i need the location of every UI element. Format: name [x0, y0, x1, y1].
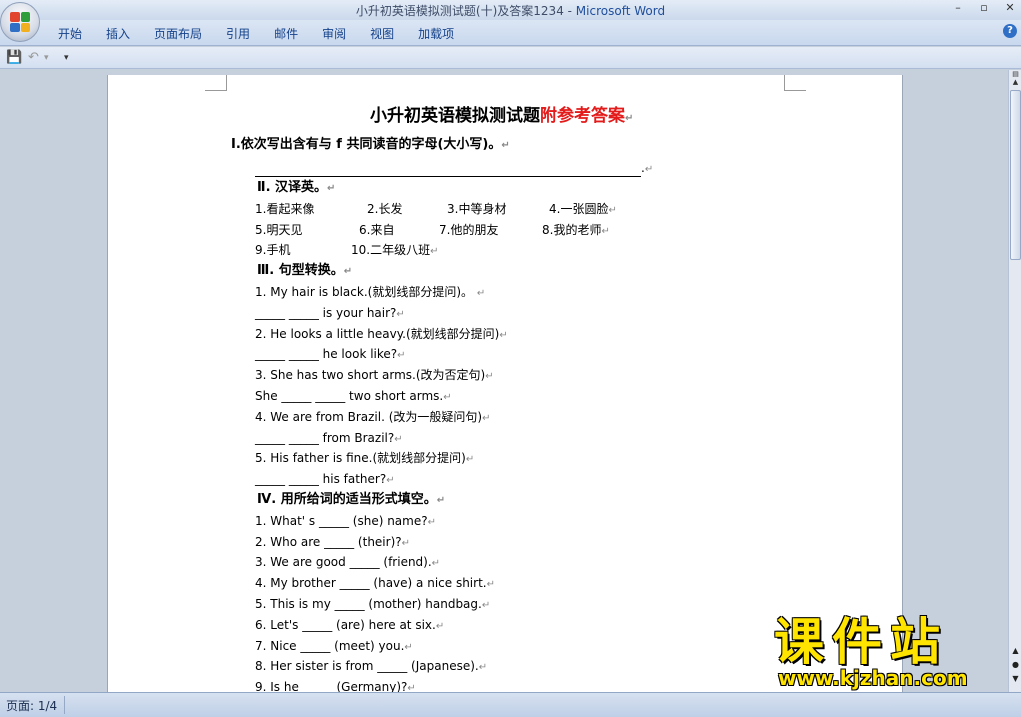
minimize-button[interactable]: –	[951, 1, 965, 14]
exercise-line: 7. Nice _____ (meet) you.↵	[255, 639, 413, 653]
quick-access-toolbar: 💾 ↶ ▾ ▾	[0, 47, 1021, 69]
page-counter[interactable]: 页面: 1/4	[6, 697, 57, 714]
tab-page-layout[interactable]: 页面布局	[142, 25, 214, 42]
vocab-item: 6.来自	[359, 223, 395, 237]
help-icon[interactable]: ?	[1003, 24, 1017, 38]
status-divider	[64, 696, 65, 714]
watermark-text: 课件站	[774, 613, 948, 671]
vocab-item: 2.长发	[367, 202, 403, 216]
exercise-line: _____ _____ from Brazil?↵	[255, 431, 403, 445]
exercise-line: She _____ _____ two short arms.↵	[255, 389, 452, 403]
vocab-item: 7.他的朋友	[439, 223, 499, 237]
document-page[interactable]: 小升初英语模拟测试题附参考答案↵ Ⅰ.依次写出含有与 f 共同读音的字母(大小写…	[107, 75, 903, 692]
tab-mailings[interactable]: 邮件	[262, 25, 310, 42]
tab-add-ins[interactable]: 加载项	[406, 25, 466, 42]
exercise-line: 9. Is he _____ (Germany)?↵	[255, 680, 416, 692]
ribbon-tabs: 开始 插入 页面布局 引用 邮件 审阅 视图 加载项 ?	[0, 20, 1021, 46]
section-heading: Ⅲ. 句型转换。↵	[257, 263, 353, 278]
close-button[interactable]: ✕	[1003, 1, 1017, 14]
section-heading: Ⅱ. 汉译英。↵	[257, 180, 336, 195]
exercise-line: 3. She has two short arms.(改为否定句)↵	[255, 368, 494, 382]
vocab-item: 5.明天见	[255, 223, 303, 237]
exercise-line: 4. We are from Brazil. (改为一般疑问句)↵	[255, 410, 491, 424]
exercise-line: 4. My brother _____ (have) a nice shirt.…	[255, 576, 495, 590]
customize-toolbar-icon[interactable]: ▾	[64, 53, 69, 63]
vertical-scrollbar[interactable]: ▤ ▲ ▲ ● ▼	[1008, 70, 1021, 692]
next-page-icon[interactable]: ▼	[1010, 674, 1021, 683]
exercise-line: 1. What' s _____ (she) name?↵	[255, 514, 436, 528]
window-title: 小升初英语模拟测试题(十)及答案1234 - Microsoft Word	[355, 4, 666, 18]
section-heading: Ⅰ.依次写出含有与 f 共同读音的字母(大小写)。↵	[231, 137, 510, 152]
tab-review[interactable]: 审阅	[310, 25, 358, 42]
prev-page-icon[interactable]: ▲	[1010, 646, 1021, 655]
exercise-line: 8. Her sister is from _____ (Japanese).↵	[255, 659, 488, 673]
vocab-item: 4.一张圆脸↵	[549, 202, 617, 216]
undo-dropdown-icon[interactable]: ▾	[44, 53, 49, 63]
title-bar: 小升初英语模拟测试题(十)及答案1234 - Microsoft Word – …	[0, 0, 1021, 20]
exercise-line: 5. His father is fine.(就划线部分提问)↵	[255, 451, 475, 465]
tab-view[interactable]: 视图	[358, 25, 406, 42]
window-controls: – ▫ ✕	[951, 1, 1017, 14]
exercise-line: 6. Let's _____ (are) here at six.↵	[255, 618, 445, 632]
vocab-item: 1.看起来像	[255, 202, 315, 216]
exercise-line: 1. My hair is black.(就划线部分提问)。 ↵	[255, 285, 486, 299]
tab-insert[interactable]: 插入	[94, 25, 142, 42]
status-bar: 页面: 1/4	[0, 692, 1021, 717]
section-heading: Ⅳ. 用所给词的适当形式填空。↵	[257, 492, 446, 507]
exercise-line: 3. We are good _____ (friend).↵	[255, 555, 441, 569]
watermark-url: www.kjzhan.com	[778, 666, 968, 690]
office-button[interactable]	[0, 2, 40, 42]
office-logo-icon	[10, 12, 30, 32]
exercise-line: _____ _____ his father?↵	[255, 472, 395, 486]
watermark-logo: 课件站 www.kjzhan.com	[770, 614, 1010, 694]
scroll-thumb[interactable]	[1010, 90, 1021, 260]
ruler-toggle-icon[interactable]: ▤	[1010, 70, 1021, 78]
scroll-up-icon[interactable]: ▲	[1010, 78, 1021, 88]
exercise-line: 5. This is my _____ (mother) handbag.↵	[255, 597, 491, 611]
vocab-item: 10.二年级八班↵	[351, 243, 439, 257]
document-body: 小升初英语模拟测试题附参考答案↵ Ⅰ.依次写出含有与 f 共同读音的字母(大小写…	[108, 75, 904, 692]
vocab-item: 9.手机	[255, 243, 291, 257]
answer-line	[255, 176, 641, 177]
vocab-item: 3.中等身材	[447, 202, 507, 216]
restore-button[interactable]: ▫	[977, 1, 991, 14]
tab-home[interactable]: 开始	[46, 25, 94, 42]
exercise-line: _____ _____ is your hair?↵	[255, 306, 405, 320]
exercise-line: 2. He looks a little heavy.(就划线部分提问)↵	[255, 327, 508, 341]
undo-icon[interactable]: ↶	[28, 50, 39, 65]
tab-references[interactable]: 引用	[214, 25, 262, 42]
vocab-item: 8.我的老师↵	[542, 223, 610, 237]
exercise-line: 2. Who are _____ (their)?↵	[255, 535, 411, 549]
doc-title: 小升初英语模拟测试题附参考答案↵	[370, 106, 634, 126]
save-icon[interactable]: 💾	[6, 50, 22, 65]
browse-object-icon[interactable]: ●	[1010, 660, 1021, 669]
exercise-line: _____ _____ he look like?↵	[255, 347, 406, 361]
document-area: 小升初英语模拟测试题附参考答案↵ Ⅰ.依次写出含有与 f 共同读音的字母(大小写…	[0, 70, 1008, 692]
